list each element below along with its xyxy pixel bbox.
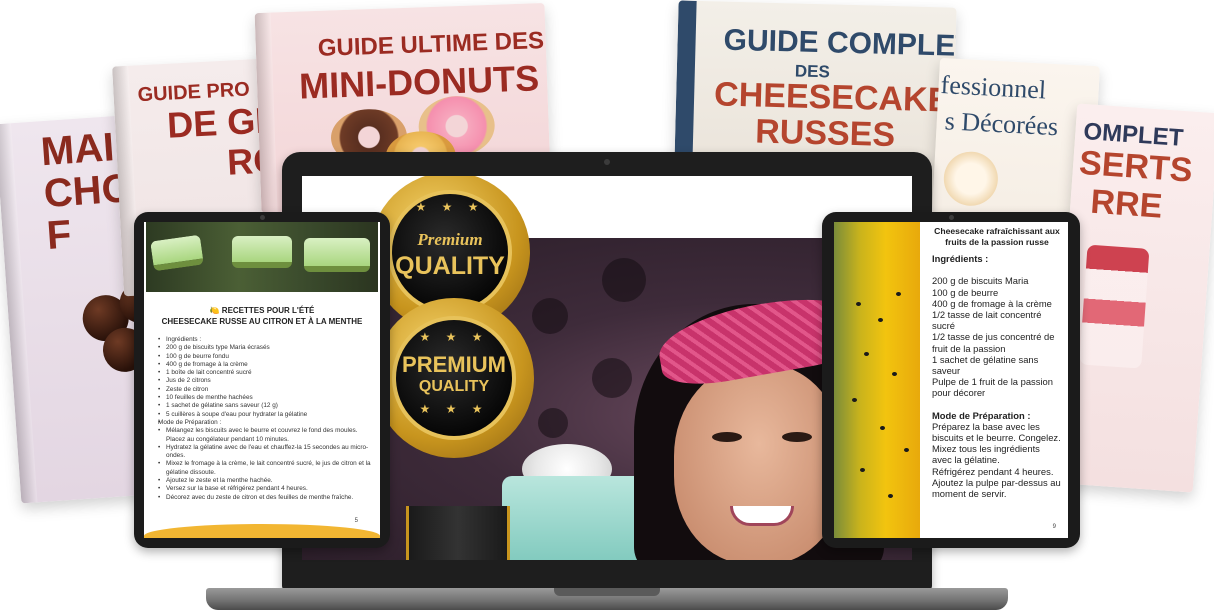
step-item: Hydratez la gélatine avec de l'eau et ch… [158, 444, 376, 461]
step-item: Mixez le fromage à la crème, le lait con… [158, 460, 376, 477]
ingredients-label: Ingrédients : [158, 336, 376, 345]
product-mockup-scene: MAI CHOCO F GUIDE PRO DE GL RO GUIDE ULT… [0, 0, 1214, 612]
ingredient-item: 1 boîte de lait concentré sucré [158, 369, 376, 378]
book-title-line: s Décorées [944, 106, 1059, 142]
camera-icon [260, 215, 265, 220]
step-item: Préparez la base avec les biscuits et le… [932, 420, 1061, 444]
ingredient-item: 100 g de beurre fondu [158, 353, 376, 362]
ingredient-item: 400 g de fromage à la crème [158, 361, 376, 370]
chef-eye [712, 432, 742, 442]
recipe-title: Cheesecake rafraîchissant aux fruits de … [934, 226, 1060, 247]
seed-dot [864, 352, 869, 356]
badge-text: QUALITY [395, 252, 505, 280]
stars-icon: ★ ★ ★ [419, 402, 489, 416]
stars-icon: ★ ★ ★ [415, 200, 485, 214]
book-title-line: RUSSES [754, 112, 896, 155]
step-item: Réfrigérez pendant 4 heures. [932, 465, 1054, 477]
ingredient-item: 5 cuillères à soupe d'eau pour hydrater … [158, 411, 376, 420]
bokeh-shape [602, 258, 646, 302]
method-label: Mode de Préparation : [932, 409, 1031, 421]
badge-text: Premium [417, 230, 483, 249]
ingredient-item: 1/2 tasse de jus concentré de fruit de l… [932, 331, 1055, 354]
ingredient-list: Ingrédients : 200 g de biscuits type Mar… [158, 336, 376, 427]
book-title-line: RRE [1089, 182, 1164, 226]
book-title-line: GUIDE COMPLET [723, 23, 957, 64]
badge-text: QUALITY [418, 378, 490, 395]
premium-quality-badge-bottom: ★ ★ ★ PREMIUM QUALITY ★ ★ ★ [374, 298, 534, 458]
seed-dot [856, 302, 861, 306]
camera-icon [949, 215, 954, 220]
book-title-line: fessionnel [939, 70, 1047, 105]
cookie-image [942, 150, 1000, 208]
seed-dot [880, 426, 885, 430]
recipe-body: Cheesecake rafraîchissant aux fruits de … [932, 226, 1062, 499]
ingredient-item: 200 g de biscuits Maria [932, 275, 1029, 287]
chef-smile [730, 506, 794, 526]
recipe-page-lemon-mint: 🍋 RECETTES POUR L'ÉTÉ CHEESECAKE RUSSE A… [144, 222, 380, 538]
cheesecake-slice [304, 238, 370, 272]
seed-dot [852, 398, 857, 402]
recipe-title: CHEESECAKE RUSSE AU CITRON ET À LA MENTH… [161, 317, 363, 326]
ingredient-item: 1 sachet de gélatine sans saveur (12 g) [158, 402, 376, 411]
recipe-page-passion-fruit: Cheesecake rafraîchissant aux fruits de … [834, 222, 1068, 538]
cheesecake-slice [232, 236, 292, 268]
ingredient-item: 10 feuilles de menthe hachées [158, 394, 376, 403]
seed-dot [860, 468, 865, 472]
bokeh-shape [532, 298, 568, 334]
seed-dot [904, 448, 909, 452]
step-list: Mélangez les biscuits avec le beurre et … [158, 427, 376, 502]
badge-ribbon [406, 506, 510, 560]
recipe-body: Ingrédients : 200 g de biscuits type Mar… [158, 336, 376, 502]
book-spine [0, 123, 38, 504]
page-number: 5 [354, 518, 358, 524]
chef-eye [782, 432, 812, 442]
seed-dot [888, 494, 893, 498]
laptop-base [206, 588, 1008, 610]
ingredient-item: Jus de 2 citrons [158, 377, 376, 386]
step-item: Versez sur la base et réfrigérez pendant… [158, 485, 376, 494]
step-item: Mixez tous les ingrédients avec la gélat… [932, 443, 1040, 466]
cheesecake-photo [146, 222, 378, 292]
step-item: Ajoutez le zeste et la menthe hachée. [158, 477, 376, 486]
decorative-wave [144, 524, 380, 538]
seed-dot [878, 318, 883, 322]
method-label: Mode de Préparation : [158, 418, 222, 426]
cheesecake-slice [150, 234, 204, 272]
ingredient-item: 100 g de beurre [932, 286, 999, 298]
tablet-left: 🍋 RECETTES POUR L'ÉTÉ CHEESECAKE RUSSE A… [134, 212, 390, 548]
seed-dot [892, 372, 897, 376]
tablet-right: Cheesecake rafraîchissant aux fruits de … [822, 212, 1080, 548]
chef-face [674, 364, 844, 560]
ingredient-item: 1 sachet de gélatine sans saveur [932, 353, 1039, 377]
ingredient-item: Pulpe de 1 fruit de la passion pour déco… [932, 376, 1053, 399]
laptop-screen: ★ ★ ★ Premium QUALITY ★ ★ ★ PREMIUM QUAL… [302, 176, 912, 560]
book-title-line: MINI-DONUTS [298, 57, 540, 107]
recipe-section-heading: 🍋 RECETTES POUR L'ÉTÉ [209, 306, 315, 315]
camera-icon [604, 159, 610, 165]
seed-dot [896, 292, 901, 296]
bokeh-shape [592, 358, 632, 398]
step-item: Mélangez les biscuits avec le beurre et … [158, 427, 376, 444]
page-number: 9 [1052, 524, 1056, 530]
ingredient-item: 400 g de fromage à la crème [932, 297, 1052, 309]
passion-fruit-cheesecake-photo [834, 222, 920, 538]
ingredient-item: 200 g de biscuits type Maria écrasés [158, 344, 376, 353]
laptop-notch [554, 588, 660, 596]
step-item: Ajoutez la pulpe par-dessus au moment de… [932, 476, 1061, 500]
step-item: Décorez avec du zeste de citron et des f… [158, 494, 376, 503]
stars-icon: ★ ★ ★ [419, 330, 489, 344]
badge-text: PREMIUM [402, 352, 506, 377]
ingredients-label: Ingrédients : [932, 253, 989, 265]
bokeh-shape [538, 408, 568, 438]
ingredient-item: Zeste de citron [158, 386, 376, 395]
ingredient-item: 1/2 tasse de lait concentré sucré [932, 309, 1042, 332]
dessert-cup-image [1079, 244, 1150, 369]
